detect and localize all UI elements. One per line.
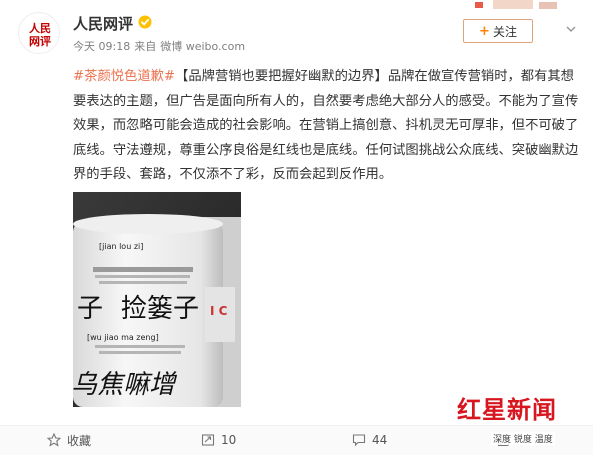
avatar-logo-icon: 人民 网评 (20, 14, 59, 53)
photo-side-text: I C (210, 304, 228, 318)
decor-banner-icon (475, 0, 557, 9)
watermark-subtitle: 深度 锐度 温度 (491, 432, 555, 445)
forward-button[interactable]: 10 (201, 431, 236, 449)
source-link[interactable]: 微博 weibo.com (160, 40, 245, 53)
post-body: 【品牌营销也要把握好幽默的边界】品牌在做宣传营销时，都有其想要表达的主题，但广告… (73, 69, 579, 182)
photo-label-2: [wu jiao ma zeng] (87, 333, 159, 342)
svg-text:人民: 人民 (29, 21, 51, 35)
post-image[interactable]: [jian lou zi] 子捡篓子 [wu jiao ma zeng] 乌焦嘛… (73, 192, 241, 407)
svg-text:网评: 网评 (29, 35, 51, 48)
photo-label-1: [jian lou zi] (99, 242, 144, 251)
comment-button[interactable]: 44 (352, 431, 387, 449)
post-meta: 今天 09:18 来自 微博 weibo.com (73, 38, 249, 54)
photo-side-letter: 子 (77, 294, 104, 324)
star-icon (47, 433, 61, 447)
topic-link[interactable]: #茶颜悦色道歉# (73, 69, 175, 84)
comment-icon (352, 434, 366, 447)
watermark-title: 红星新闻 (457, 395, 557, 424)
plus-icon: + (479, 23, 490, 39)
source-prefix: 来自 (134, 40, 157, 53)
forward-count: 10 (221, 433, 237, 447)
photo-big-text-2: 乌焦嘛增 (73, 370, 176, 400)
follow-label: 关注 (492, 24, 517, 39)
photo-big-text-1: 子捡篓子 (77, 288, 199, 325)
post-text: #茶颜悦色道歉#【品牌营销也要把握好幽默的边界】品牌在做宣传营销时，都有其想要表… (73, 65, 581, 188)
comment-count: 44 (372, 433, 388, 447)
photo-main-text-1: 捡篓子 (121, 294, 200, 324)
forward-icon (201, 434, 215, 446)
timestamp: 今天 09:18 (73, 40, 131, 53)
chevron-down-icon[interactable] (564, 22, 578, 36)
follow-button[interactable]: + 关注 (463, 19, 533, 43)
avatar[interactable]: 人民 网评 (18, 12, 60, 54)
username[interactable]: 人民网评 (73, 13, 133, 34)
favorite-button[interactable]: 收藏 (47, 431, 91, 449)
favorite-label: 收藏 (67, 433, 92, 448)
verified-badge-icon (138, 15, 152, 29)
